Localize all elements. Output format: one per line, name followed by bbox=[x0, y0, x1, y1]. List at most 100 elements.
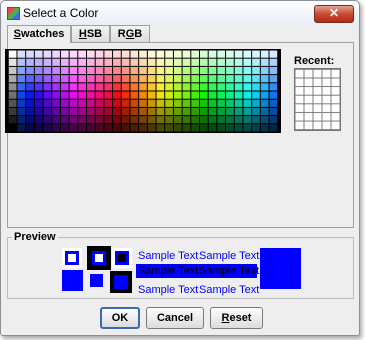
swatch-cell[interactable] bbox=[269, 99, 278, 107]
swatch-cell[interactable] bbox=[191, 58, 200, 66]
swatch-cell[interactable] bbox=[113, 50, 121, 58]
tab-swatches[interactable]: Swatches bbox=[7, 25, 71, 43]
swatch-cell[interactable] bbox=[182, 75, 191, 83]
cancel-button[interactable]: Cancel bbox=[146, 307, 204, 329]
swatch-cell[interactable] bbox=[34, 50, 43, 58]
swatch-cell[interactable] bbox=[52, 99, 60, 107]
swatch-cell[interactable] bbox=[226, 116, 234, 124]
recent-swatch-cell[interactable] bbox=[322, 104, 331, 112]
swatch-cell[interactable] bbox=[173, 75, 182, 83]
swatch-cell[interactable] bbox=[243, 66, 252, 75]
swatch-cell[interactable] bbox=[130, 83, 139, 91]
tab-rgb[interactable]: RGB bbox=[110, 25, 150, 42]
recent-swatch-cell[interactable] bbox=[331, 95, 340, 104]
swatch-cell[interactable] bbox=[43, 99, 52, 107]
swatch-cell[interactable] bbox=[8, 83, 17, 91]
swatch-cell[interactable] bbox=[8, 107, 17, 116]
swatch-cell[interactable] bbox=[78, 58, 87, 66]
swatch-cell[interactable] bbox=[165, 75, 173, 83]
swatch-cell[interactable] bbox=[165, 91, 173, 99]
swatch-cell[interactable] bbox=[217, 99, 226, 107]
swatch-cell[interactable] bbox=[269, 124, 278, 132]
swatch-cell[interactable] bbox=[243, 75, 252, 83]
swatch-cell[interactable] bbox=[69, 116, 78, 124]
swatch-cell[interactable] bbox=[208, 58, 217, 66]
recent-swatch-cell[interactable] bbox=[313, 104, 322, 112]
swatch-cell[interactable] bbox=[121, 66, 130, 75]
recent-swatch-cell[interactable] bbox=[295, 121, 304, 130]
swatch-cell[interactable] bbox=[173, 66, 182, 75]
swatch-cell[interactable] bbox=[95, 107, 104, 116]
swatch-cell[interactable] bbox=[17, 116, 26, 124]
swatch-cell[interactable] bbox=[130, 99, 139, 107]
swatch-cell[interactable] bbox=[226, 66, 234, 75]
swatch-cell[interactable] bbox=[226, 83, 234, 91]
swatch-cell[interactable] bbox=[156, 99, 165, 107]
swatch-cell[interactable] bbox=[121, 107, 130, 116]
swatch-cell[interactable] bbox=[104, 99, 113, 107]
swatch-cell[interactable] bbox=[234, 107, 243, 116]
swatch-cell[interactable] bbox=[34, 107, 43, 116]
swatch-cell[interactable] bbox=[217, 83, 226, 91]
swatch-cell[interactable] bbox=[86, 83, 95, 91]
swatch-cell[interactable] bbox=[60, 50, 69, 58]
recent-swatch-cell[interactable] bbox=[313, 112, 322, 121]
swatch-cell[interactable] bbox=[43, 66, 52, 75]
recent-swatch-cell[interactable] bbox=[295, 112, 304, 121]
swatch-cell[interactable] bbox=[121, 83, 130, 91]
swatch-cell[interactable] bbox=[226, 91, 234, 99]
swatch-cell[interactable] bbox=[139, 75, 147, 83]
swatch-cell[interactable] bbox=[156, 58, 165, 66]
swatch-cell[interactable] bbox=[8, 116, 17, 124]
swatch-cell[interactable] bbox=[130, 124, 139, 132]
swatch-cell[interactable] bbox=[147, 50, 156, 58]
swatch-cell[interactable] bbox=[69, 50, 78, 58]
swatch-cell[interactable] bbox=[113, 83, 121, 91]
swatch-cell[interactable] bbox=[52, 66, 60, 75]
swatch-cell[interactable] bbox=[217, 107, 226, 116]
swatch-cell[interactable] bbox=[104, 116, 113, 124]
swatch-cell[interactable] bbox=[260, 58, 269, 66]
swatch-cell[interactable] bbox=[104, 91, 113, 99]
swatch-cell[interactable] bbox=[95, 75, 104, 83]
swatch-cell[interactable] bbox=[173, 91, 182, 99]
swatch-cell[interactable] bbox=[260, 99, 269, 107]
swatch-cell[interactable] bbox=[191, 50, 200, 58]
swatch-cell[interactable] bbox=[269, 116, 278, 124]
swatch-cell[interactable] bbox=[78, 99, 87, 107]
recent-swatch-cell[interactable] bbox=[322, 69, 331, 78]
swatch-cell[interactable] bbox=[8, 75, 17, 83]
swatch-cell[interactable] bbox=[217, 66, 226, 75]
swatch-cell[interactable] bbox=[130, 66, 139, 75]
swatch-cell[interactable] bbox=[191, 107, 200, 116]
swatch-cell[interactable] bbox=[252, 50, 260, 58]
swatch-cell[interactable] bbox=[139, 83, 147, 91]
recent-swatch-cell[interactable] bbox=[322, 87, 331, 95]
title-bar[interactable]: Select a Color ✕ bbox=[1, 1, 359, 25]
swatch-cell[interactable] bbox=[130, 116, 139, 124]
swatch-cell[interactable] bbox=[165, 58, 173, 66]
swatch-cell[interactable] bbox=[252, 99, 260, 107]
swatch-cell[interactable] bbox=[243, 83, 252, 91]
recent-swatch-cell[interactable] bbox=[313, 69, 322, 78]
swatch-cell[interactable] bbox=[139, 99, 147, 107]
swatch-cell[interactable] bbox=[243, 107, 252, 116]
tab-hsb[interactable]: HSB bbox=[71, 25, 110, 42]
swatch-cell[interactable] bbox=[252, 58, 260, 66]
swatch-cell[interactable] bbox=[269, 66, 278, 75]
swatch-cell[interactable] bbox=[34, 83, 43, 91]
swatch-cell[interactable] bbox=[8, 99, 17, 107]
swatch-cell[interactable] bbox=[147, 83, 156, 91]
swatch-cell[interactable] bbox=[156, 83, 165, 91]
swatch-cell[interactable] bbox=[8, 50, 17, 58]
swatch-cell[interactable] bbox=[60, 91, 69, 99]
swatch-cell[interactable] bbox=[208, 66, 217, 75]
swatch-cell[interactable] bbox=[156, 75, 165, 83]
swatch-cell[interactable] bbox=[260, 124, 269, 132]
swatch-cell[interactable] bbox=[182, 66, 191, 75]
swatch-cell[interactable] bbox=[199, 50, 208, 58]
swatch-cell[interactable] bbox=[156, 107, 165, 116]
recent-swatch-cell[interactable] bbox=[322, 112, 331, 121]
swatch-cell[interactable] bbox=[139, 124, 147, 132]
swatch-cell[interactable] bbox=[78, 66, 87, 75]
